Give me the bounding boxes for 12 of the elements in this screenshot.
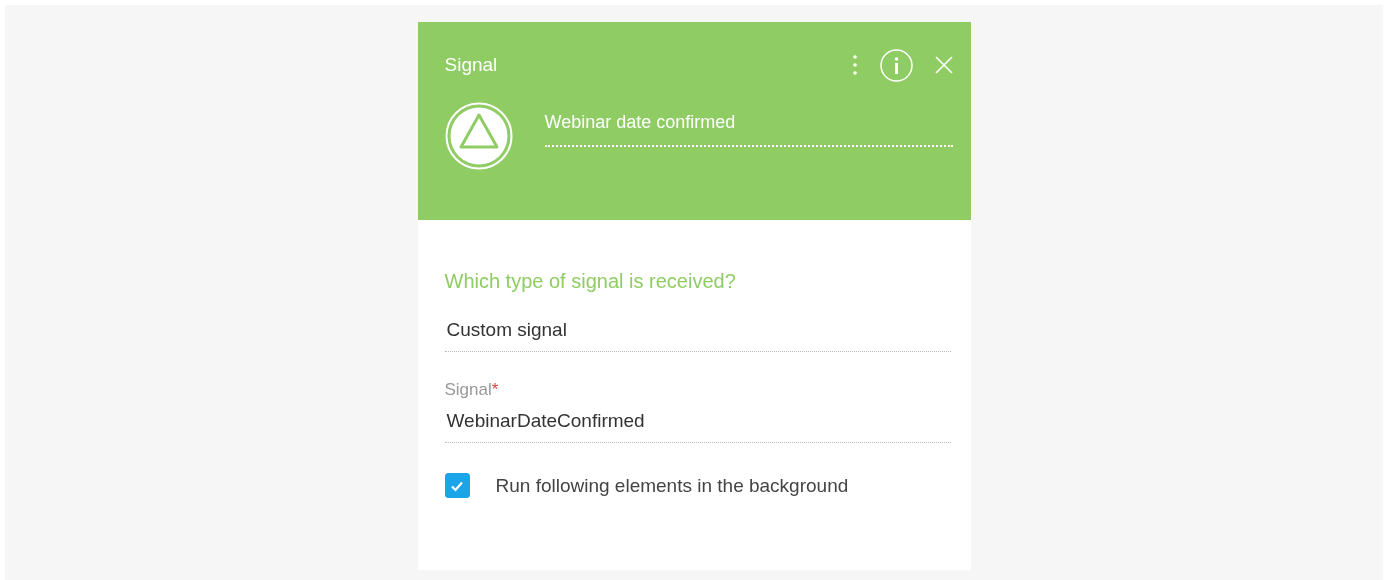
required-mark: * (491, 380, 499, 399)
panel-title: Signal (444, 54, 498, 76)
checkbox[interactable] (444, 473, 470, 498)
field-label: Signal (444, 380, 492, 399)
info-icon[interactable] (879, 48, 913, 82)
checkmark-icon (450, 479, 464, 492)
signal-field[interactable]: WebinarDateConfirmed (444, 410, 951, 443)
more-icon[interactable] (851, 54, 858, 76)
question-heading: Which type of signal is received? (444, 270, 737, 293)
signal-type-field[interactable]: Custom signal (444, 319, 951, 352)
checkbox-label: Run following elements in the background (495, 474, 849, 497)
close-icon[interactable] (934, 56, 953, 74)
